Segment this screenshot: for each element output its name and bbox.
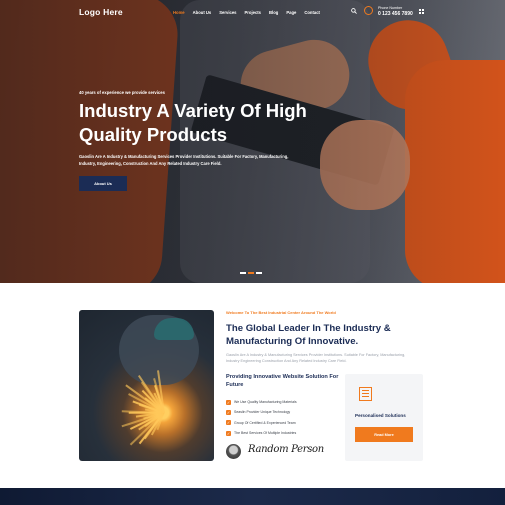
logo[interactable]: Logo Here bbox=[79, 7, 123, 17]
list-item: ✓ Seaslin Provider Unique Technology bbox=[226, 407, 297, 417]
nav-item-contact[interactable]: Contact bbox=[304, 10, 320, 15]
hero-description: Gaoslin Are A Industry & Manufacturing S… bbox=[79, 154, 289, 166]
section-eyebrow: Welcome To The Best Industrial Center Ar… bbox=[226, 310, 336, 315]
search-icon[interactable] bbox=[351, 8, 357, 14]
section-description: Gaoslin Are A Industry & Manufacturing S… bbox=[226, 353, 406, 363]
top-navigation: Logo Here Home About Us Services Project… bbox=[0, 0, 505, 24]
hero-banner: Logo Here Home About Us Services Project… bbox=[0, 0, 505, 283]
section-title: The Global Leader In The Industry & Manu… bbox=[226, 323, 391, 347]
list-item-label: Group Of Certified & Experienced Team bbox=[234, 420, 296, 425]
read-more-button[interactable]: Read More bbox=[355, 427, 413, 442]
list-item-label: The Best Services Of Multiple Industries bbox=[234, 431, 297, 436]
hero-eyebrow: 40 years of experience we provide servic… bbox=[79, 90, 165, 95]
welder-helmet bbox=[154, 318, 194, 340]
phone-number[interactable]: 0 123 456 7890 bbox=[378, 11, 413, 17]
list-item-label: We Use Quality Manufacturing Materials bbox=[234, 400, 297, 405]
slider-dots bbox=[240, 272, 262, 274]
nav-item-blog[interactable]: Blog bbox=[269, 10, 278, 15]
page: Logo Here Home About Us Services Project… bbox=[0, 0, 505, 505]
check-icon: ✓ bbox=[226, 420, 231, 426]
check-icon: ✓ bbox=[226, 430, 231, 436]
grid-menu-icon[interactable] bbox=[419, 9, 424, 14]
nav-item-projects[interactable]: Projects bbox=[244, 10, 261, 15]
section-subtitle: Providing Innovative Website Solution Fo… bbox=[226, 374, 339, 388]
solution-card: Personalised Solutions Read More bbox=[345, 374, 423, 461]
phone-icon bbox=[364, 6, 373, 15]
check-icon: ✓ bbox=[226, 409, 231, 415]
list-item: ✓ The Best Services Of Multiple Industrie… bbox=[226, 428, 297, 438]
nav-item-page[interactable]: Page bbox=[286, 10, 296, 15]
nav-item-about-us[interactable]: About Us bbox=[193, 10, 212, 15]
list-item: ✓ Group Of Certified & Experienced Team bbox=[226, 418, 297, 428]
solution-card-title: Personalised Solutions bbox=[355, 413, 406, 418]
check-icon: ✓ bbox=[226, 399, 231, 405]
slider-dot[interactable] bbox=[240, 272, 246, 274]
next-section-band bbox=[0, 488, 505, 505]
document-icon bbox=[359, 387, 372, 401]
list-item-label: Seaslin Provider Unique Technology bbox=[234, 410, 291, 415]
slider-dot-active[interactable] bbox=[248, 272, 254, 274]
nav-item-services[interactable]: Services bbox=[219, 10, 236, 15]
avatar bbox=[226, 444, 241, 459]
main-nav: Home About Us Services Projects Blog Pag… bbox=[173, 10, 320, 15]
nav-item-home[interactable]: Home bbox=[173, 10, 185, 15]
about-us-button[interactable]: About Us bbox=[79, 176, 127, 191]
list-item: ✓ We Use Quality Manufacturing Materials bbox=[226, 397, 297, 407]
welding-image bbox=[79, 310, 214, 461]
feature-checklist: ✓ We Use Quality Manufacturing Materials … bbox=[226, 397, 297, 438]
hero-title: Industry A Variety Of High Quality Produ… bbox=[79, 100, 307, 145]
signature: Random Person bbox=[248, 444, 324, 455]
slider-dot[interactable] bbox=[256, 272, 262, 274]
phone-label: Phone Number bbox=[378, 6, 403, 10]
